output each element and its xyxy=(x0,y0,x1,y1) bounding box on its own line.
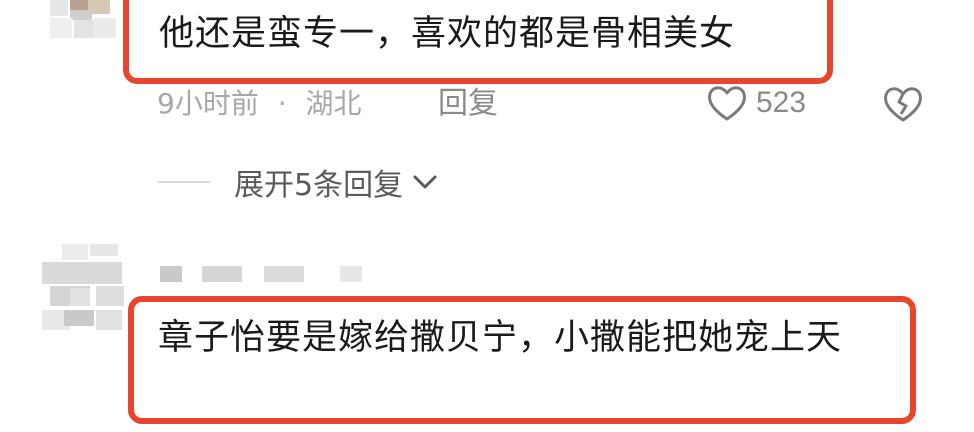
comment-highlight-box: 他还是蛮专一，喜欢的都是骨相美女 xyxy=(123,0,833,84)
heart-icon xyxy=(708,86,746,121)
meta-separator: · xyxy=(277,87,287,120)
comment-text: 章子怡要是嫁给撒贝宁，小撒能把她宠上天 xyxy=(158,318,843,358)
avatar-blurred[interactable] xyxy=(40,238,125,338)
username-blurred[interactable] xyxy=(160,264,370,284)
comment-meta: 9小时前 · 湖北 xyxy=(157,82,362,126)
comment-time: 9小时前 xyxy=(157,87,259,120)
expand-divider xyxy=(158,181,210,183)
like-button[interactable]: 523 xyxy=(706,80,806,126)
comment-highlight-box: 章子怡要是嫁给撒贝宁，小撒能把她宠上天 xyxy=(128,296,916,424)
avatar-blurred[interactable] xyxy=(48,0,118,40)
expand-replies-label: 展开5条回复 xyxy=(234,168,404,203)
chevron-down-icon xyxy=(413,175,437,189)
comment-location: 湖北 xyxy=(305,87,362,120)
reply-button[interactable]: 回复 xyxy=(438,82,498,126)
expand-replies[interactable]: 展开5条回复 xyxy=(158,160,439,204)
comment-text: 他还是蛮专一，喜欢的都是骨相美女 xyxy=(159,14,736,54)
like-count: 523 xyxy=(756,86,807,119)
broken-heart-icon[interactable] xyxy=(882,82,924,124)
